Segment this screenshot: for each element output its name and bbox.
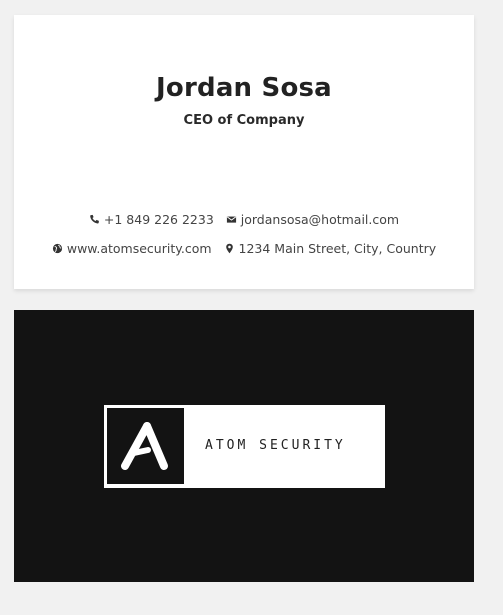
envelope-icon: [226, 214, 237, 225]
job-title: CEO of Company: [183, 113, 305, 128]
website-item: www.atomsecurity.com: [52, 241, 212, 256]
contact-row-1: +1 849 226 2233 jordansosa@hotmail.com: [14, 212, 474, 228]
contact-row-2: www.atomsecurity.com 1234 Main Street, C…: [14, 241, 474, 257]
brand-name: ATOM SECURITY: [205, 438, 346, 453]
address-item: 1234 Main Street, City, Country: [224, 241, 437, 256]
brand-logo-lockup: ATOM SECURITY: [104, 405, 385, 488]
website-url: www.atomsecurity.com: [66, 241, 212, 256]
globe-icon: [52, 243, 63, 254]
business-card-front: Jordan Sosa CEO of Company +1 849 226 22…: [14, 15, 474, 289]
phone-icon: [89, 214, 100, 225]
phone-item: +1 849 226 2233: [89, 212, 214, 227]
street-address: 1234 Main Street, City, Country: [238, 241, 437, 256]
phone-number: +1 849 226 2233: [103, 212, 214, 227]
email-item: jordansosa@hotmail.com: [226, 212, 399, 227]
atom-a-logo-icon: [107, 408, 184, 484]
person-name: Jordan Sosa: [156, 73, 332, 103]
map-pin-icon: [224, 243, 235, 254]
business-card-sheet: Jordan Sosa CEO of Company +1 849 226 22…: [0, 0, 503, 615]
business-card-back: ATOM SECURITY: [14, 310, 474, 582]
email-address: jordansosa@hotmail.com: [240, 212, 400, 227]
